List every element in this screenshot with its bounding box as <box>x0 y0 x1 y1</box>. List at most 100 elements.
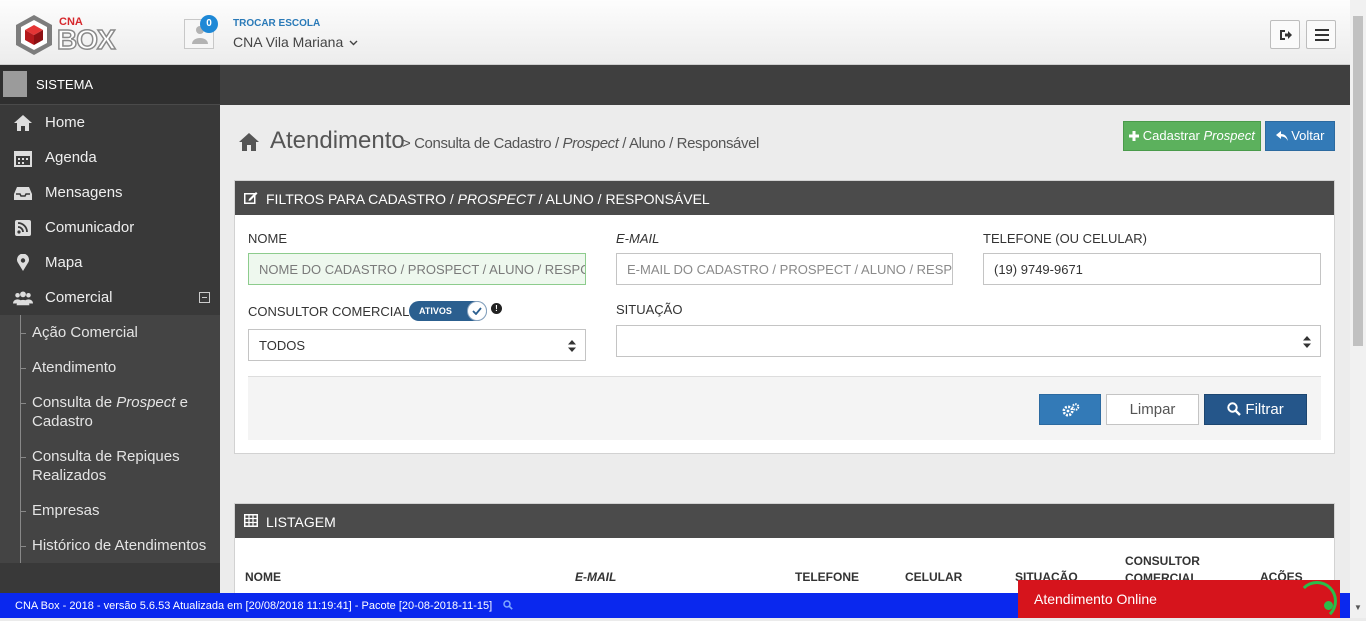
hamburger-icon <box>1315 29 1329 41</box>
submenu-item-consulta-prospect[interactable]: Consulta de Prospect e Cadastro <box>0 385 220 439</box>
sidebar-item-label: Comercial <box>45 289 113 306</box>
email-label: E-MAIL <box>616 231 660 246</box>
sidebar-item-comercial[interactable]: Comercial <box>0 280 220 315</box>
search-icon[interactable] <box>503 600 514 610</box>
limpar-button[interactable]: Limpar <box>1106 394 1199 425</box>
situacao-label: SITUAÇÃO <box>616 302 683 317</box>
sidebar-item-label: Mapa <box>45 254 83 271</box>
home-icon <box>14 115 32 131</box>
nome-input[interactable]: NOME DO CADASTRO / PROSPECT / ALUNO / RE… <box>248 253 586 285</box>
ativos-toggle[interactable]: ATIVOS <box>409 301 487 321</box>
filtrar-button[interactable]: Filtrar <box>1204 394 1307 425</box>
toggle-knob <box>467 301 487 321</box>
sidebar-item-label: Agenda <box>45 149 97 166</box>
submenu-item-historico[interactable]: Histórico de Atendimentos <box>0 528 220 563</box>
sidebar: SISTEMA Home Agenda Mensagens Comunicado… <box>0 65 220 593</box>
breadcrumb-em: Prospect <box>562 135 619 152</box>
cna-box-logo[interactable]: CNA BOX <box>12 14 122 56</box>
sidebar-item-label: Mensagens <box>45 184 123 201</box>
chevron-down-icon <box>349 40 358 46</box>
reply-icon <box>1275 131 1288 141</box>
sidebar-item-label: Comunicador <box>45 219 135 236</box>
edit-icon <box>244 192 258 204</box>
filters-title-pre: FILTROS PARA CADASTRO / <box>266 191 458 207</box>
top-header: CNA BOX 0 TROCAR ESCOLA CNA Vila Mariana <box>0 0 1350 65</box>
submenu-item-acao-comercial[interactable]: Ação Comercial <box>0 315 220 350</box>
filters-panel-header: FILTROS PARA CADASTRO / PROSPECT / ALUNO… <box>235 181 1334 215</box>
sign-out-icon <box>1280 30 1292 40</box>
online-status-dot <box>1324 601 1333 610</box>
scrollbar-thumb[interactable] <box>1353 16 1363 346</box>
user-avatar <box>3 71 27 97</box>
email-input[interactable]: E-MAIL DO CADASTRO / PROSPECT / ALUNO / … <box>616 253 953 285</box>
comercial-submenu: Ação Comercial Atendimento Consulta de P… <box>0 315 220 563</box>
submenu-label-pre: Consulta de <box>32 394 117 411</box>
school-selector[interactable]: CNA Vila Mariana <box>233 34 358 50</box>
column-header-email[interactable]: E-MAIL <box>575 570 616 584</box>
submenu-label-em: Prospect <box>116 394 176 411</box>
collapse-icon[interactable] <box>199 292 210 303</box>
users-icon <box>13 291 33 306</box>
voltar-label: Voltar <box>1291 128 1325 143</box>
sidebar-item-comunicador[interactable]: Comunicador <box>0 210 220 245</box>
cadastrar-label-pre: Cadastrar <box>1142 128 1204 143</box>
filters-title: FILTROS PARA CADASTRO / PROSPECT / ALUNO… <box>266 191 710 207</box>
filters-title-post: / ALUNO / RESPONSÁVEL <box>534 191 710 207</box>
consultor-selected-value: TODOS <box>259 338 305 353</box>
sidebar-user[interactable]: SISTEMA <box>0 65 220 105</box>
map-marker-icon <box>17 254 29 271</box>
breadcrumb-post: / Aluno / Responsável <box>618 135 759 152</box>
sidebar-item-label: Home <box>45 114 86 131</box>
telefone-label: TELEFONE (OU CELULAR) <box>983 231 1147 246</box>
listing-panel-header: LISTAGEM <box>235 504 1334 538</box>
voltar-button[interactable]: Voltar <box>1265 121 1335 151</box>
school-name: CNA Vila Mariana <box>233 34 344 50</box>
breadcrumb: > Consulta de Cadastro / Prospect / Alun… <box>402 135 759 152</box>
content-header-band <box>220 65 1350 105</box>
ativos-label: ATIVOS <box>419 306 452 316</box>
cadastrar-prospect-button[interactable]: Cadastrar Prospect <box>1123 121 1261 151</box>
check-icon <box>472 307 482 315</box>
nome-label: NOME <box>248 231 287 246</box>
advanced-settings-button[interactable] <box>1039 394 1101 425</box>
version-text: CNA Box - 2018 - versão 5.6.53 Atualizad… <box>15 600 493 612</box>
notification-badge[interactable]: 0 <box>200 15 218 33</box>
info-exclamation-icon[interactable]: ! <box>491 303 502 314</box>
filtrar-label: Filtrar <box>1245 401 1284 418</box>
consultor-select[interactable]: TODOS <box>248 329 586 361</box>
filters-actions: Limpar Filtrar <box>248 376 1321 440</box>
home-icon <box>239 133 259 151</box>
submenu-item-atendimento[interactable]: Atendimento <box>0 350 220 385</box>
submenu-item-consulta-repiques[interactable]: Consulta de Repiques Realizados <box>0 439 220 493</box>
column-header-telefone[interactable]: TELEFONE <box>795 570 859 584</box>
filters-panel: FILTROS PARA CADASTRO / PROSPECT / ALUNO… <box>234 180 1335 454</box>
calendar-icon <box>14 151 32 167</box>
gears-icon <box>1062 403 1080 417</box>
online-chat-label: Atendimento Online <box>1034 591 1157 607</box>
column-header-celular[interactable]: CELULAR <box>905 570 962 584</box>
telefone-input[interactable]: (19) 9749-9671 <box>983 253 1321 285</box>
column-header-nome[interactable]: NOME <box>245 570 281 584</box>
breadcrumb-pre: > Consulta de Cadastro / <box>402 135 563 152</box>
page-scrollbar[interactable] <box>1350 0 1366 618</box>
menu-toggle-button[interactable] <box>1306 20 1336 49</box>
sidebar-item-mapa[interactable]: Mapa <box>0 245 220 280</box>
inbox-icon <box>14 187 32 200</box>
listing-title: LISTAGEM <box>266 514 336 530</box>
sidebar-item-mensagens[interactable]: Mensagens <box>0 175 220 210</box>
filters-title-em: PROSPECT <box>457 191 535 207</box>
scroll-down-arrow-icon[interactable]: ▼ <box>1354 603 1362 612</box>
cadastrar-label-em: Prospect <box>1203 128 1255 143</box>
switch-school-link[interactable]: TROCAR ESCOLA <box>233 18 320 29</box>
online-chat-widget[interactable]: Atendimento Online <box>1018 580 1340 621</box>
table-icon <box>244 514 258 527</box>
logout-button[interactable] <box>1270 20 1300 49</box>
situacao-select[interactable] <box>616 325 1321 357</box>
sidebar-user-label: SISTEMA <box>36 77 94 92</box>
plus-icon <box>1129 131 1140 141</box>
submenu-item-empresas[interactable]: Empresas <box>0 493 220 528</box>
select-arrows-icon <box>1303 336 1311 348</box>
sidebar-item-agenda[interactable]: Agenda <box>0 140 220 175</box>
sidebar-item-home[interactable]: Home <box>0 105 220 140</box>
select-arrows-icon <box>568 340 576 352</box>
